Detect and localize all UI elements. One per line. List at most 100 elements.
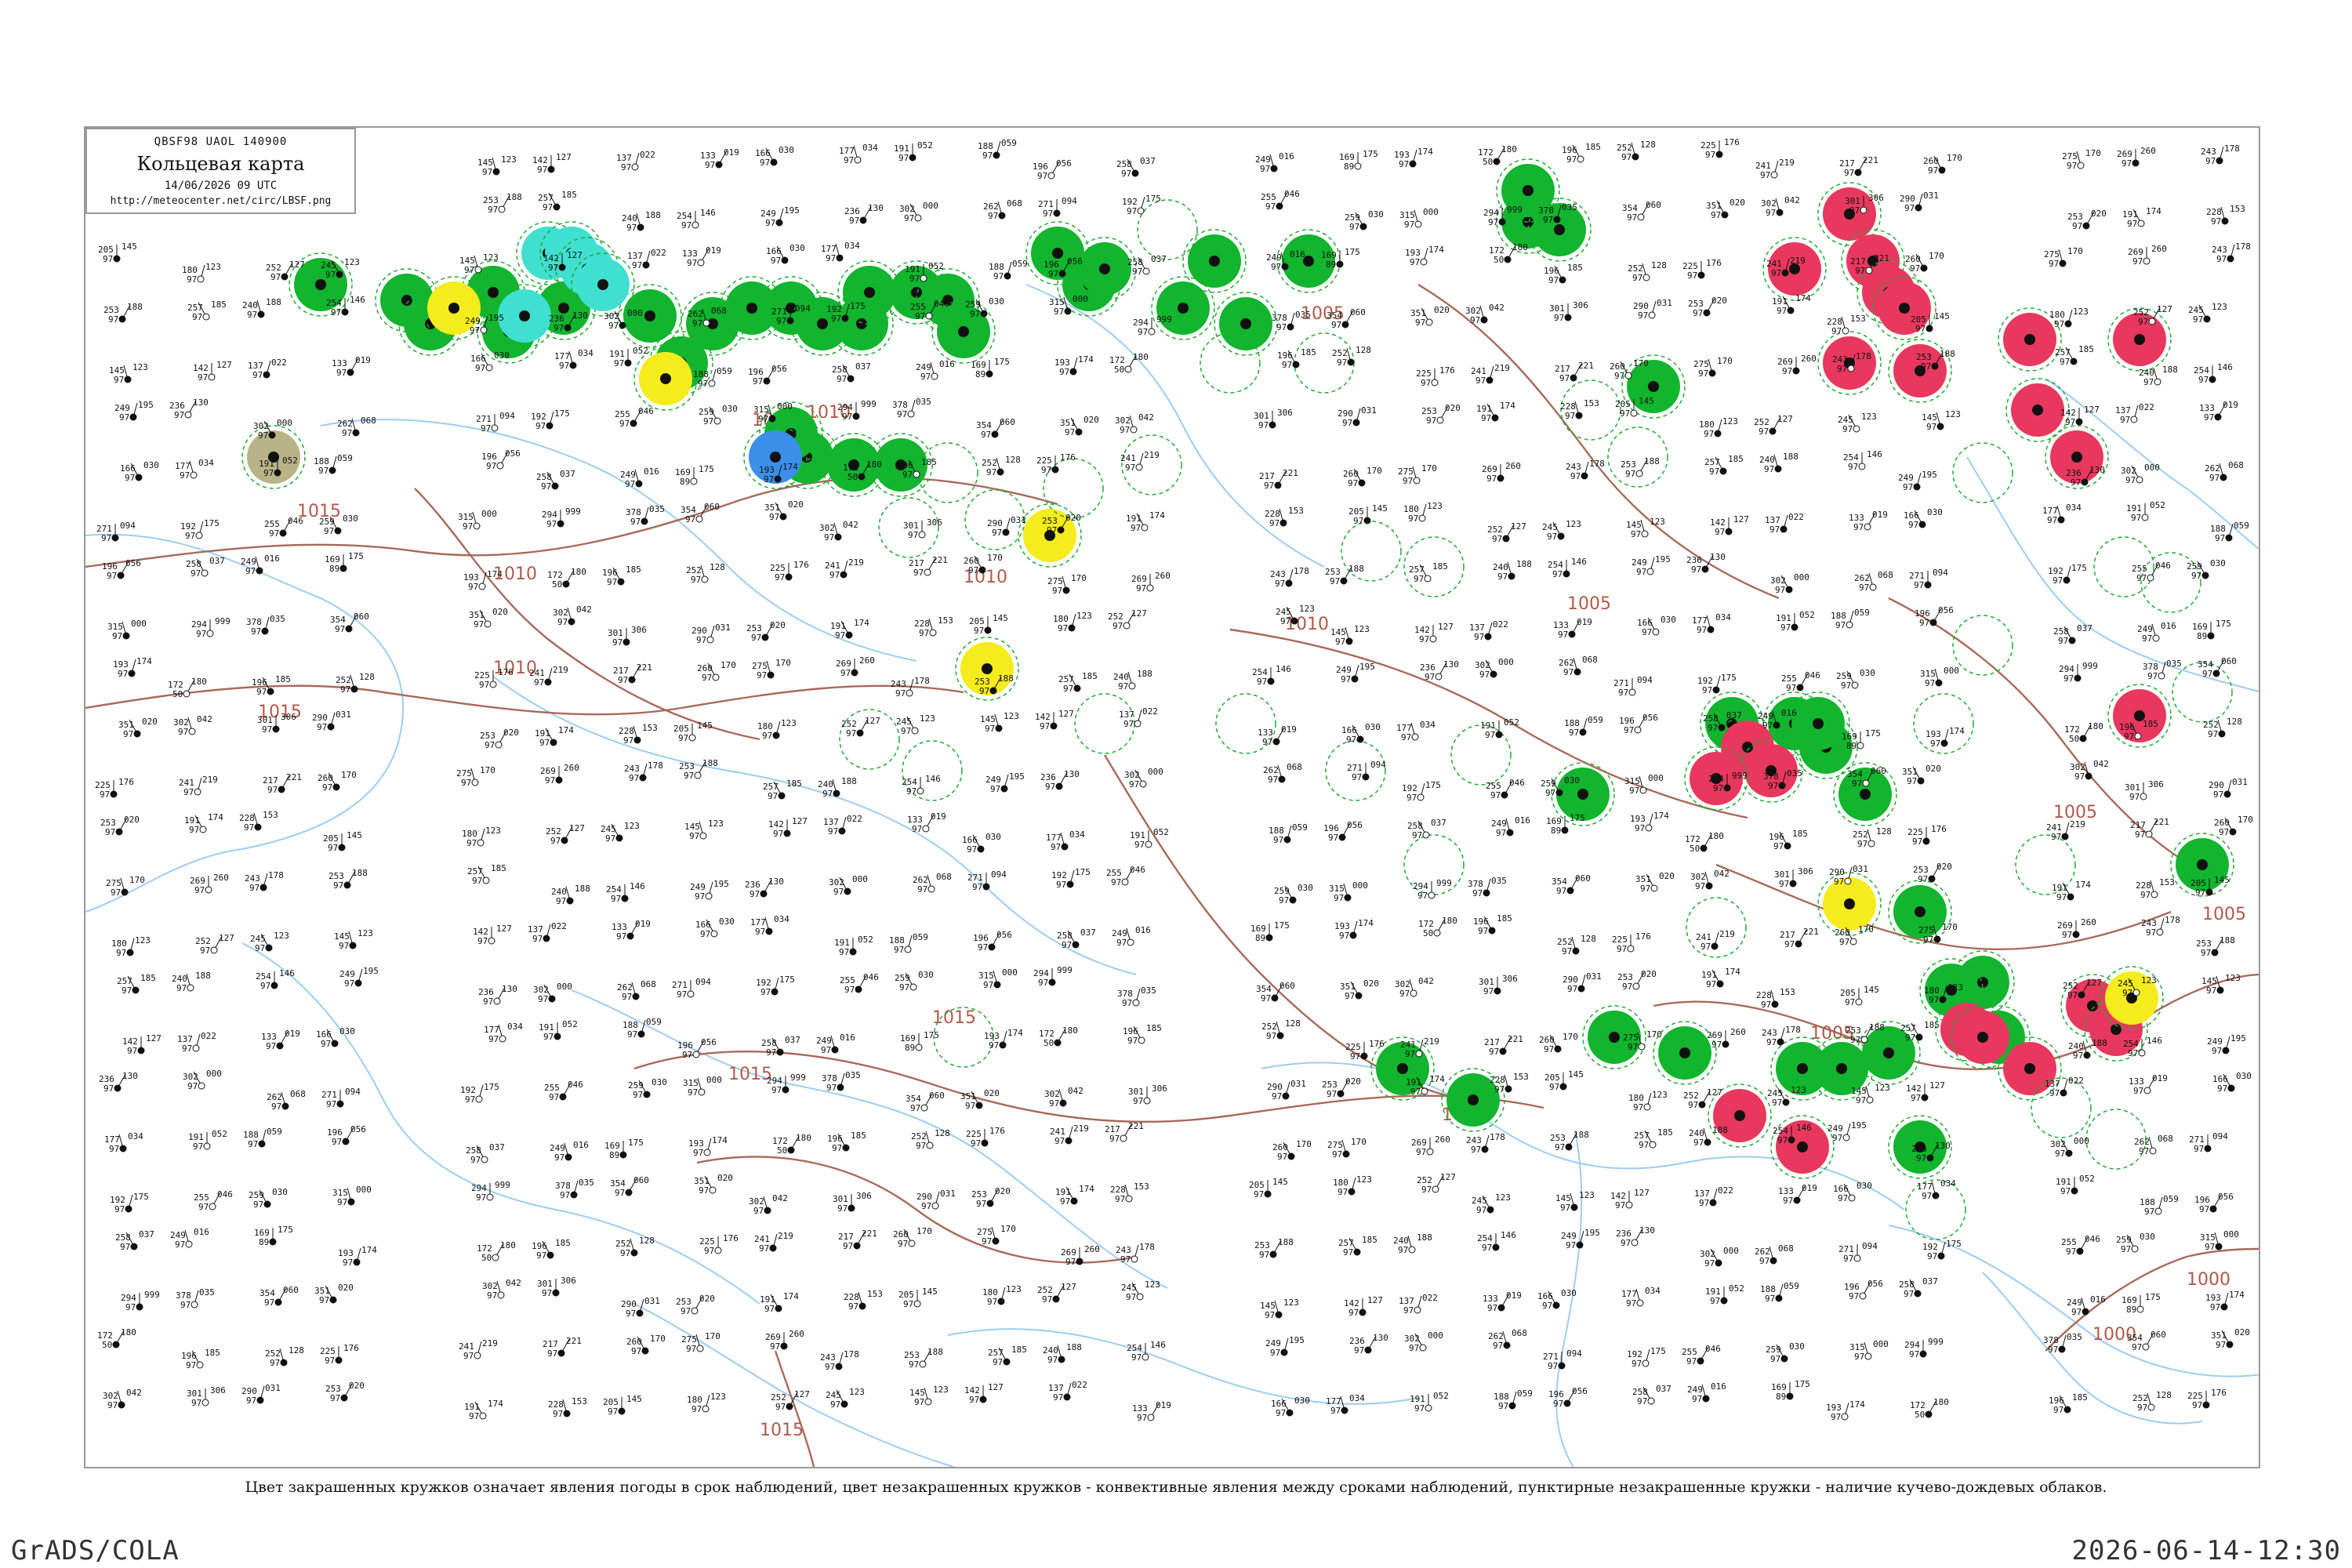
cloud-cover-icon [1353, 1248, 1361, 1256]
station-value: 188 [1516, 559, 1532, 569]
station-value: 97 [622, 992, 632, 1002]
cloud-cover-icon [915, 1044, 923, 1051]
cb-cloud-ring [2031, 1077, 2092, 1138]
cloud-cover-icon [1849, 938, 1857, 946]
station-plot: 302 04297 [1465, 303, 1504, 325]
cloud-cover-icon [336, 1100, 344, 1108]
station-value: 030 [779, 145, 794, 155]
cloud-cover-icon [1497, 474, 1504, 482]
station-plot: 255 04697 [1682, 1344, 1721, 1367]
station-value: 97 [1047, 525, 1057, 535]
station-value: 97 [605, 833, 615, 844]
cloud-cover-icon [1432, 1185, 1439, 1193]
station-value: 97 [684, 771, 694, 781]
station-value: 97 [470, 325, 480, 336]
station-plot: 257 18597 [1409, 561, 1448, 584]
station-plot: 315 00097 [332, 1185, 372, 1207]
cloud-cover-icon [1121, 878, 1129, 886]
station-value: 97 [1567, 984, 1577, 994]
station-plot: 253 18897 [483, 192, 522, 215]
station-plot: 258 03797 [186, 556, 225, 579]
station-plot: 269 26097 [765, 1329, 804, 1352]
station-value: 127 [1367, 1295, 1383, 1305]
station-value: 97 [318, 466, 328, 476]
station-plot: 259 03097 [249, 1187, 288, 1210]
cloud-cover-icon [563, 1410, 571, 1417]
station-value: 219 [2070, 819, 2085, 829]
station-plot: 275 17097 [1693, 356, 1733, 379]
station-value: 97 [685, 514, 695, 524]
station-value: 123 [1299, 604, 1315, 614]
cloud-cover-icon [996, 468, 1004, 476]
cloud-cover-icon [1788, 1136, 1795, 1144]
station-value: 97 [1548, 275, 1559, 285]
station-value: 016 [573, 1140, 589, 1150]
cloud-cover-icon [1435, 673, 1443, 681]
station-value: 176 [1706, 258, 1722, 268]
station-value: 97 [543, 1032, 554, 1042]
station-value: 042 [772, 1193, 788, 1203]
station-value: 97 [1415, 318, 1425, 328]
station-value: 127 [216, 360, 232, 370]
station-value: 97 [1711, 1040, 1722, 1050]
cloud-cover-icon [779, 513, 787, 521]
station-plot: 302 00097 [1700, 1246, 1739, 1269]
station-value: 123 [205, 262, 221, 272]
station-plot: 236 13097 [478, 984, 517, 1007]
station-plot: 169 17589 [254, 1225, 293, 1247]
map-url[interactable]: http://meteocenter.net/circ/LBSF.png [87, 195, 354, 207]
station-plot: 249 01697 [1255, 151, 1294, 174]
cloud-cover-icon [477, 839, 485, 847]
station-plot: 290 03197 [1267, 1079, 1306, 1102]
station-value: 022 [551, 921, 567, 931]
cloud-cover-icon [2215, 1243, 2223, 1250]
cloud-cover-icon [2058, 1345, 2066, 1353]
station-value: 030 [1860, 668, 1875, 678]
station-value: 176 [1369, 1039, 1385, 1049]
cloud-cover-icon [1853, 425, 1860, 433]
cloud-cover-icon [2141, 514, 2149, 521]
station-value: 97 [1765, 1294, 1775, 1304]
station-value: 97 [1327, 1089, 1337, 1099]
station-value: 50 [1114, 365, 1124, 375]
cloud-cover-icon [183, 690, 191, 698]
cloud-cover-icon [1552, 1301, 1560, 1309]
cloud-cover-icon [853, 1242, 861, 1250]
station-plot: 191 17497 [1772, 293, 1811, 316]
station-value: 97 [1686, 1356, 1697, 1367]
cloud-cover-icon [2134, 732, 2142, 740]
cloud-cover-icon [1722, 1040, 1730, 1048]
cloud-cover-icon [1627, 945, 1635, 953]
station-value: 97 [1494, 1084, 1504, 1094]
station-plot: 205 14597 [1840, 985, 1879, 1007]
station-value: 019 [1281, 724, 1297, 735]
station-value: 034 [1349, 1393, 1365, 1403]
cloud-cover-icon [201, 569, 209, 577]
station-value: 97 [1841, 681, 1851, 691]
cloud-cover-icon [1068, 624, 1076, 632]
cloud-cover-icon [715, 161, 723, 169]
station-value: 97 [1350, 1051, 1360, 1062]
station-plot: 172 18050 [2064, 721, 2103, 744]
cloud-cover-icon [269, 1238, 277, 1246]
cloud-cover-icon [1579, 728, 1587, 736]
station-plot: 180 12397 [111, 935, 151, 958]
station-value: 97 [1907, 776, 1917, 786]
station-value: 000 [1648, 773, 1664, 783]
station-value: 000 [1073, 294, 1088, 304]
station-plot: 196 05697 [1915, 605, 1954, 628]
station-value: 97 [343, 1258, 353, 1268]
cloud-cover-icon [1411, 733, 1419, 741]
station-value: 068 [1287, 762, 1302, 772]
station-plot: 262 06897 [337, 416, 376, 438]
station-value: 97 [2144, 1207, 2154, 1217]
station-plot: 145 12397 [909, 1385, 949, 1407]
station-value: 046 [1284, 189, 1300, 199]
station-value: 019 [1802, 1183, 1817, 1193]
station-value: 89 [1846, 741, 1857, 751]
station-value: 195 [138, 400, 154, 410]
station-value: 188 [1869, 1022, 1885, 1033]
cloud-cover-icon [2220, 474, 2227, 481]
station-value: 022 [1142, 706, 1158, 717]
station-value: 030 [985, 832, 1001, 842]
